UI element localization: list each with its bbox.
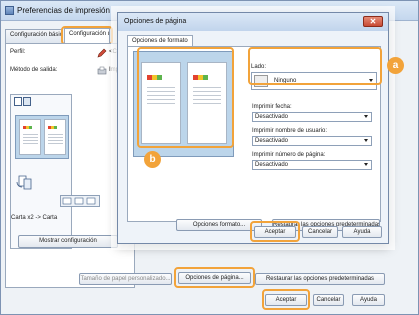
printer-icon (5, 6, 14, 15)
pencil-icon (97, 48, 107, 58)
preview-caption: Carta x2 -> Carta (11, 215, 58, 221)
window-title: Preferencias de impresión (17, 6, 110, 15)
layout-preview-panel (10, 94, 72, 249)
preview-highlight (137, 47, 234, 148)
close-button[interactable]: ✕ (363, 16, 383, 27)
dialog-ok-highlight (250, 221, 300, 242)
preview-page-right (44, 119, 66, 155)
print-date-label: Imprimir fecha: (252, 104, 292, 110)
lado-highlight (248, 47, 382, 85)
settings-panel: Perfil: <C Método de salida: Imp Carta x… (5, 43, 135, 288)
ok-button-highlight (262, 289, 310, 310)
preview-page-left (19, 119, 41, 155)
callout-b: b (144, 151, 161, 168)
dialog-title: Opciones de página (124, 18, 187, 25)
help-button[interactable]: Ayuda (352, 294, 385, 306)
dialog-help-button[interactable]: Ayuda (342, 226, 382, 238)
print-page-number-select[interactable]: Desactivado (252, 160, 372, 170)
view-toggle-icon[interactable] (14, 97, 32, 107)
callout-a: a (387, 57, 404, 74)
print-page-number-value: Desactivado (255, 162, 289, 168)
preview-book-thumbnail (15, 115, 69, 159)
metodo-label: Método de salida: (10, 67, 58, 73)
print-username-value: Desactivado (255, 138, 289, 144)
dialog-cancel-button[interactable]: Cancelar (302, 226, 338, 238)
custom-paper-size-button[interactable]: Tamaño de papel personalizado... (79, 273, 172, 285)
perfil-value[interactable]: <C (109, 49, 117, 55)
orientation-icons (62, 197, 96, 205)
cancel-button[interactable]: Cancelar (313, 294, 344, 306)
page-options-highlight (174, 267, 255, 288)
chevron-down-icon (364, 139, 368, 142)
chevron-down-icon (364, 115, 368, 118)
dialog-titlebar: Opciones de página ✕ (118, 13, 388, 31)
print-username-label: Imprimir nombre de usuario: (252, 128, 328, 134)
print-date-value: Desactivado (255, 114, 289, 120)
show-settings-button[interactable]: Mostrar configuración (18, 235, 118, 248)
chevron-down-icon (364, 163, 368, 166)
print-page-number-label: Imprimir número de página: (252, 152, 326, 158)
duplex-icon (16, 175, 32, 190)
orientation-buttons[interactable] (60, 195, 100, 207)
printer-output-icon (97, 66, 107, 75)
restore-defaults-button[interactable]: Restaurar las opciones predeterminadas (255, 273, 385, 285)
tab-basic-settings[interactable]: Configuración básica (5, 29, 63, 43)
print-date-select[interactable]: Desactivado (252, 112, 372, 122)
perfil-label: Perfil: (10, 49, 26, 55)
print-username-select[interactable]: Desactivado (252, 136, 372, 146)
